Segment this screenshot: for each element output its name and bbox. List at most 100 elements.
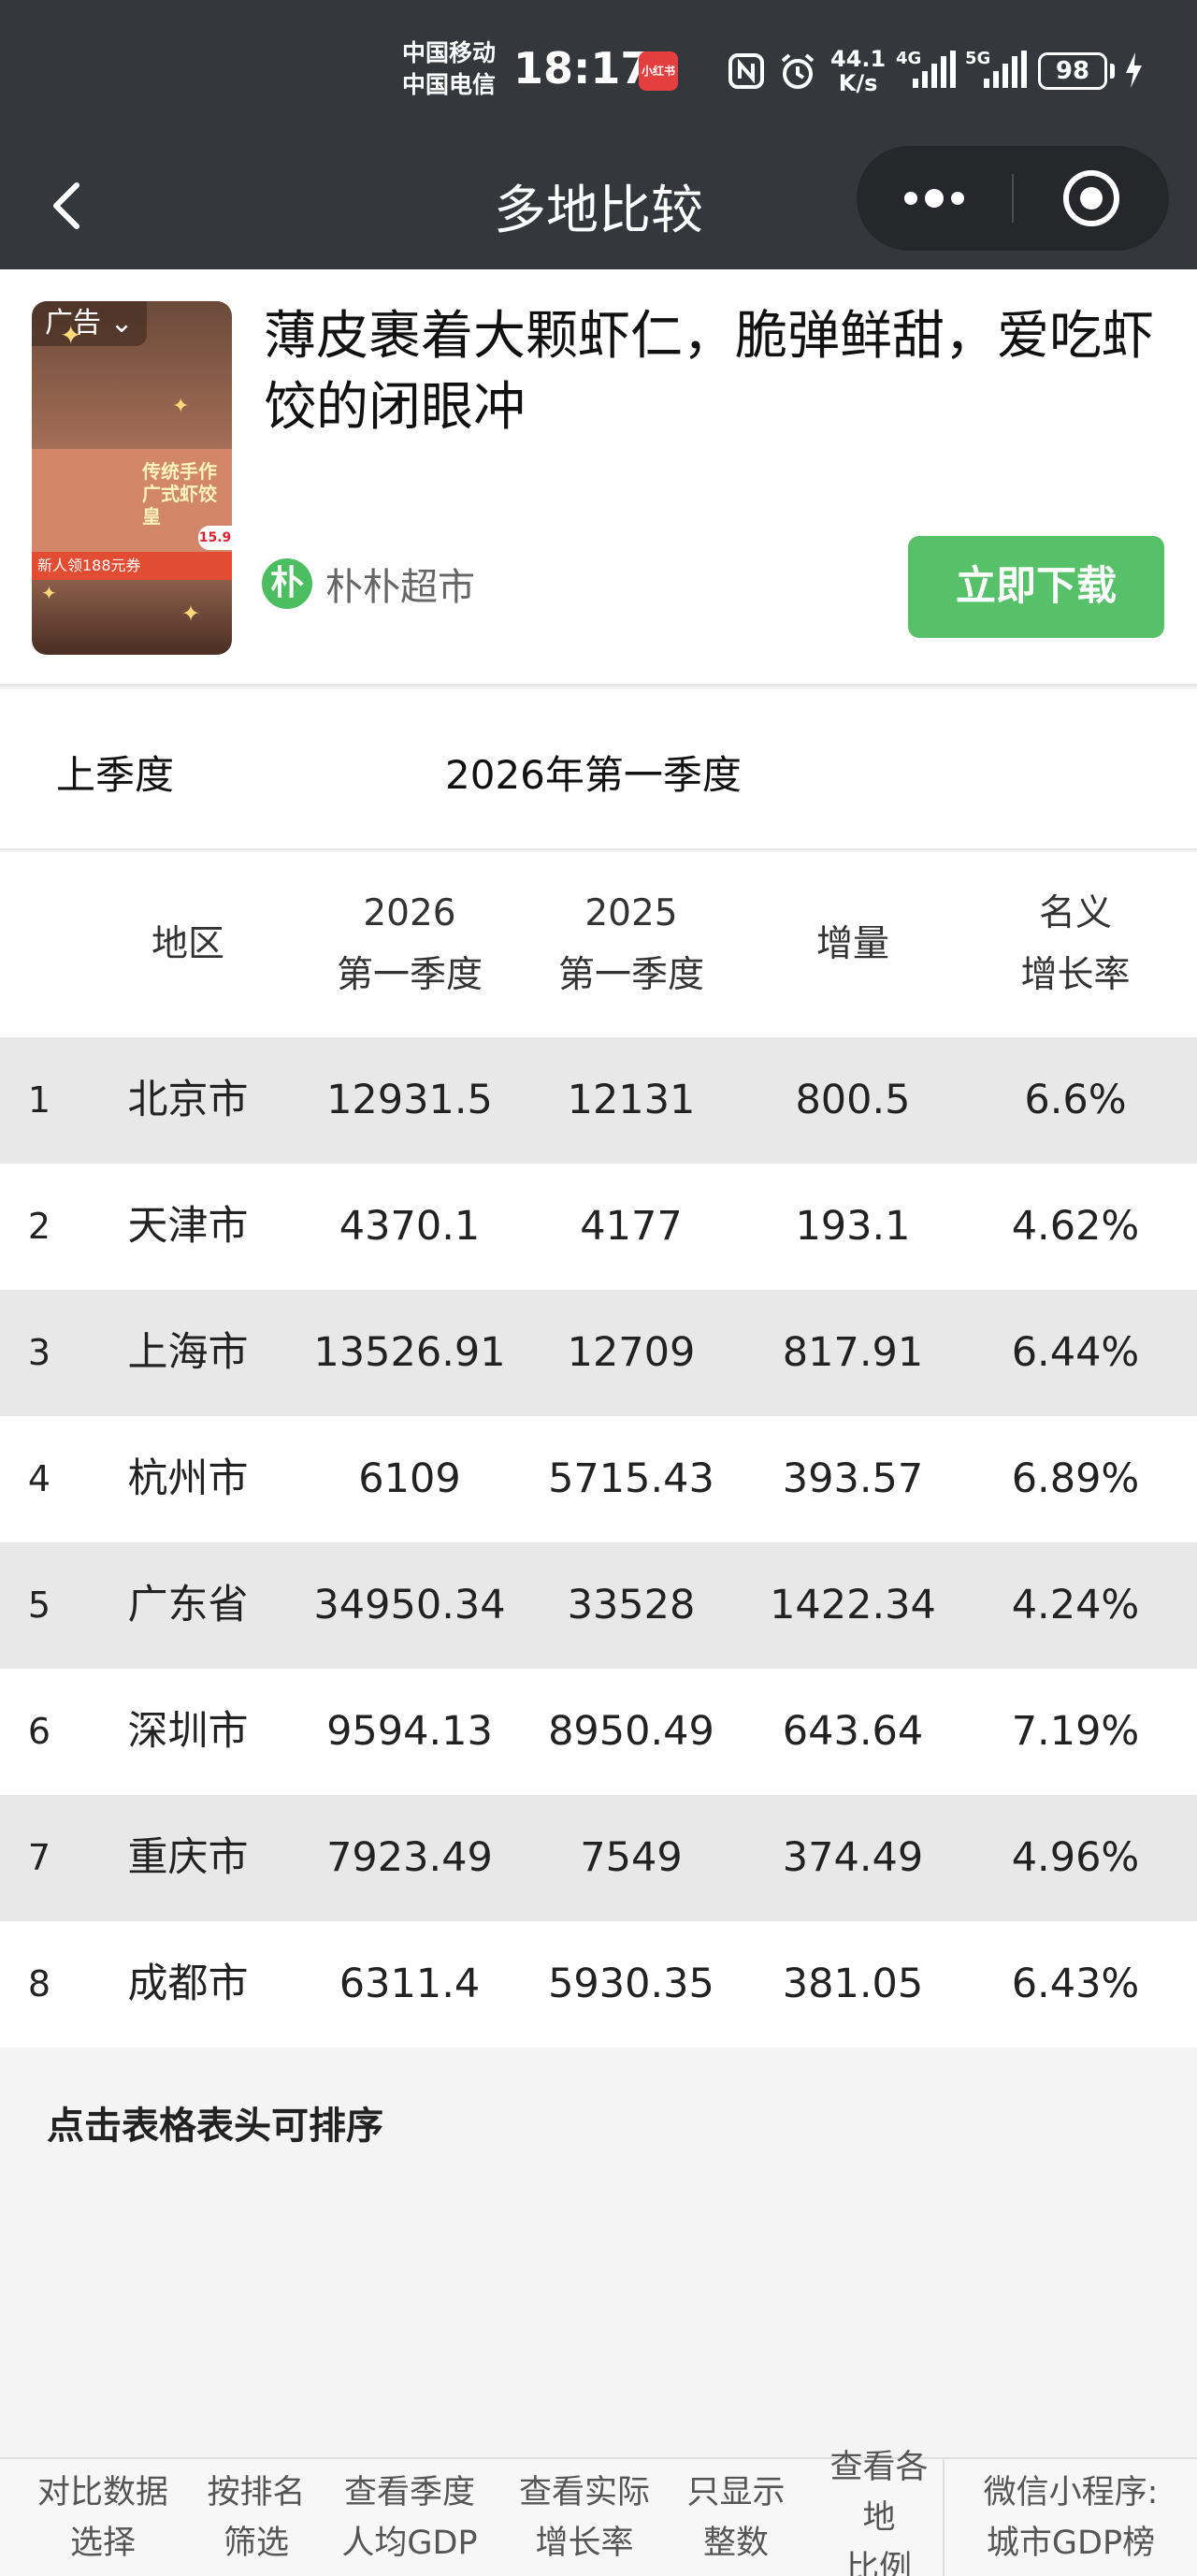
ad-thumbnail[interactable]: 广告 ⌄ ✦ ✦ ✦ ✦ 传统手作 广式虾饺皇 15.9 新人领188元券	[32, 301, 232, 655]
header-growth-rate[interactable]: 名义 增长率	[963, 852, 1188, 1037]
filter-by-rank-button[interactable]: 按排名 筛选	[206, 2459, 307, 2576]
table-row: 8 成都市 6311.4 5930.35 381.05 6.43%	[0, 1921, 1197, 2048]
regional-proportion-button[interactable]: 查看各地 比例	[815, 2449, 943, 2576]
sparkle-icon: ✦	[172, 395, 190, 418]
navigation-bar: 多地比较	[0, 140, 1197, 269]
increase-cell: 1422.34	[770, 1582, 936, 1628]
ad-product-text-2: 广式虾饺皇	[142, 483, 217, 528]
sparkle-icon: ✦	[41, 582, 57, 604]
tool-label-line2: 城市GDP榜	[986, 2524, 1156, 2562]
growth-rate-cell: 6.89%	[1011, 1455, 1140, 1502]
table-row: 5 广东省 34950.34 33528 1422.34 4.24%	[0, 1542, 1197, 1669]
table-row: 6 深圳市 9594.13 8950.49 643.64 7.19%	[0, 1669, 1197, 1795]
tool-label-line1: 查看季度	[343, 2473, 475, 2511]
rank-cell: 7	[27, 1837, 51, 1878]
close-miniprogram-button[interactable]	[1014, 146, 1169, 251]
quarterly-per-capita-gdp-button[interactable]: 查看季度 人均GDP	[307, 2459, 512, 2576]
ad-banner[interactable]: 广告 ⌄ ✦ ✦ ✦ ✦ 传统手作 广式虾饺皇 15.9 新人领188元券 薄皮…	[0, 269, 1197, 687]
table-header: 地区 2026 第一季度 2025 第一季度 增量 名义 增长率	[0, 852, 1197, 1037]
header-2026-q1[interactable]: 2026 第一季度	[297, 852, 522, 1037]
tool-label-line1: 对比数据	[36, 2473, 168, 2511]
header-region[interactable]: 地区	[108, 852, 267, 1037]
growth-rate-cell: 6.44%	[1011, 1329, 1140, 1376]
bottom-toolbar: 对比数据 选择 按排名 筛选 查看季度 人均GDP 查看实际 增长率 只显示 整…	[0, 2449, 1197, 2576]
carrier-2: 中国电信	[402, 71, 497, 98]
table-row: 3 上海市 13526.91 12709 817.91 6.44%	[0, 1290, 1197, 1416]
sort-hint-text: 点击表格表头可排序	[47, 2105, 383, 2148]
gdp-2026-cell: 34950.34	[313, 1582, 506, 1628]
ad-price-tag: 15.9	[198, 526, 232, 550]
ad-product-text: 传统手作 广式虾饺皇	[142, 460, 232, 528]
gdp-2025-cell: 5715.43	[548, 1455, 714, 1502]
region-cell: 深圳市	[127, 1708, 249, 1755]
tool-label-line1: 只显示	[686, 2473, 786, 2511]
header-rate-line1: 名义	[1038, 892, 1112, 934]
rank-cell: 1	[27, 1079, 51, 1121]
gdp-2025-cell: 8950.49	[548, 1708, 714, 1755]
charging-icon	[1122, 51, 1145, 94]
increase-cell: 381.05	[782, 1961, 924, 2007]
signal-bars-1-icon	[909, 51, 958, 94]
increase-cell: 643.64	[782, 1708, 924, 1755]
real-growth-rate-button[interactable]: 查看实际 增长率	[512, 2459, 656, 2576]
rank-cell: 4	[27, 1458, 51, 1499]
tool-label-line2: 选择	[69, 2524, 136, 2562]
tool-label-line2: 筛选	[223, 2524, 289, 2562]
ad-brand[interactable]: 朴 朴朴超市	[262, 557, 475, 610]
rank-cell: 3	[27, 1332, 51, 1373]
table-row: 1 北京市 12931.5 12131 800.5 6.6%	[0, 1037, 1197, 1164]
previous-quarter-button[interactable]: 上季度	[56, 744, 174, 801]
increase-cell: 817.91	[782, 1329, 924, 1376]
region-cell: 上海市	[127, 1329, 249, 1376]
clock: 18:17	[513, 43, 651, 94]
table-row: 7 重庆市 7923.49 7549 374.49 4.96%	[0, 1795, 1197, 1921]
download-button[interactable]: 立即下载	[908, 536, 1164, 638]
header-increase-label: 增量	[815, 923, 889, 965]
region-cell: 广东省	[127, 1582, 249, 1628]
gdp-2025-cell: 12131	[567, 1077, 696, 1123]
region-cell: 重庆市	[127, 1834, 249, 1881]
growth-rate-cell: 6.6%	[1024, 1077, 1127, 1123]
growth-rate-cell: 7.19%	[1011, 1708, 1140, 1755]
ad-badge[interactable]: 广告 ⌄	[32, 301, 147, 346]
table-row: 4 杭州市 6109 5715.43 393.57 6.89%	[0, 1416, 1197, 1542]
increase-cell: 374.49	[782, 1834, 924, 1881]
tool-label-line1: 微信小程序:	[983, 2473, 1159, 2511]
brand-logo-icon: 朴	[262, 558, 312, 609]
header-rate-line2: 增长率	[1020, 954, 1131, 996]
gdp-2026-cell: 13526.91	[313, 1329, 506, 1376]
tool-label-line2: 比例	[845, 2549, 912, 2576]
gdp-2026-cell: 6311.4	[339, 1961, 481, 2007]
header-increase[interactable]: 增量	[741, 852, 965, 1037]
tool-label-line2: 整数	[702, 2524, 769, 2562]
gdp-2026-cell: 7923.49	[326, 1834, 493, 1881]
header-2025-period: 第一季度	[557, 954, 704, 996]
period-selector: 上季度 2026年第一季度	[0, 689, 1197, 850]
more-dots-icon	[904, 189, 964, 208]
status-bar: 中国移动 中国电信 18:17 小红书 44.1 K/s 4G 5G 98	[0, 0, 1197, 140]
battery-tip	[1110, 64, 1115, 79]
growth-rate-cell: 6.43%	[1011, 1961, 1140, 2007]
tool-label-line2: 增长率	[535, 2524, 634, 2562]
sparkle-icon: ✦	[60, 320, 82, 351]
header-region-label: 地区	[151, 923, 224, 965]
more-button[interactable]	[857, 146, 1012, 251]
header-2025-q1[interactable]: 2025 第一季度	[519, 852, 743, 1037]
current-quarter-selector[interactable]: 2026年第一季度	[445, 744, 742, 801]
network-speed: 44.1 K/s	[830, 47, 886, 95]
growth-rate-cell: 4.62%	[1011, 1203, 1140, 1250]
show-integers-only-button[interactable]: 只显示 整数	[656, 2459, 815, 2576]
tool-label-line1: 按排名	[207, 2473, 306, 2511]
carrier-info: 中国移动 中国电信	[402, 37, 496, 101]
gdp-2025-cell: 4177	[580, 1203, 683, 1250]
miniprogram-link[interactable]: 微信小程序: 城市GDP榜	[943, 2459, 1197, 2576]
increase-cell: 193.1	[795, 1203, 911, 1250]
gdp-2026-cell: 4370.1	[339, 1203, 481, 1250]
ad-headline[interactable]: 薄皮裹着大颗虾仁，脆弹鲜甜，爱吃虾饺的闭眼冲	[264, 301, 1161, 443]
select-comparison-data-button[interactable]: 对比数据 选择	[0, 2459, 206, 2576]
gdp-2025-cell: 33528	[567, 1582, 696, 1628]
ad-coupon-strip: 新人领188元券	[32, 552, 232, 580]
gdp-2026-cell: 9594.13	[326, 1708, 493, 1755]
gdp-2025-cell: 12709	[567, 1329, 696, 1376]
alarm-icon	[778, 52, 817, 95]
